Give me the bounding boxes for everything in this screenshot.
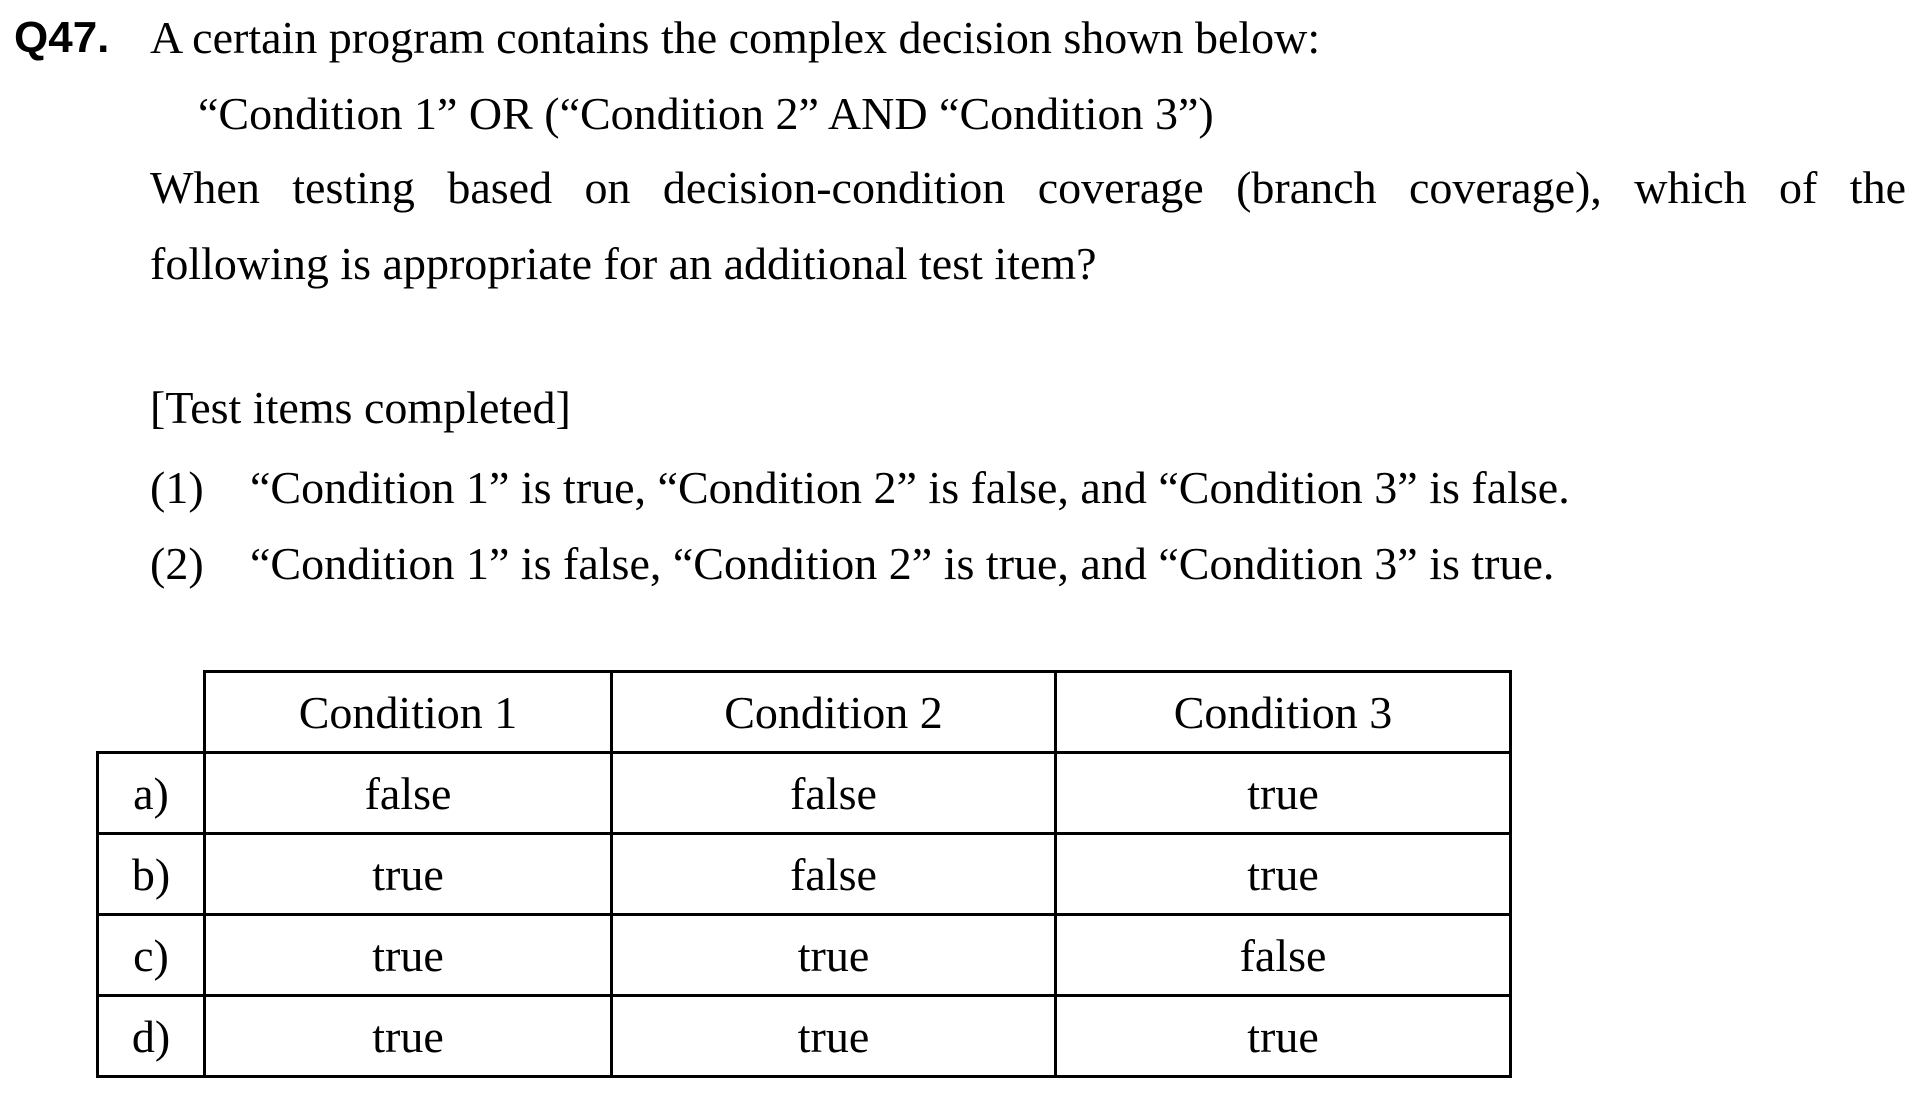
option-label: a)	[96, 751, 206, 835]
decision-expression: “Condition 1” OR (“Condition 2” AND “Con…	[198, 88, 1214, 139]
table-cell: true	[610, 913, 1057, 997]
table-row: c) true true false	[96, 913, 1512, 997]
table-cell: true	[203, 994, 613, 1078]
completed-item-1-number: (1)	[150, 462, 204, 513]
table-corner-cell	[97, 671, 206, 754]
answer-options-table-container: Condition 1 Condition 2 Condition 3 a) f…	[96, 670, 1512, 1078]
completed-item-1-text: “Condition 1” is true, “Condition 2” is …	[250, 462, 1570, 513]
table-cell: true	[203, 913, 613, 997]
option-label: c)	[96, 913, 206, 997]
question-number: Q47.	[14, 13, 110, 62]
table-cell: true	[610, 994, 1057, 1078]
header-condition-3: Condition 3	[1054, 670, 1512, 754]
table-cell: true	[203, 832, 613, 916]
option-label: d)	[96, 994, 206, 1078]
question-body-line-2: following is appropriate for an addition…	[150, 238, 1097, 289]
table-cell: false	[610, 832, 1057, 916]
question-intro: A certain program contains the complex d…	[150, 12, 1321, 63]
table-cell: true	[1054, 832, 1512, 916]
header-condition-2: Condition 2	[610, 670, 1057, 754]
table-row: d) true true true	[96, 994, 1512, 1078]
table-row: a) false false true	[96, 751, 1512, 835]
header-condition-1: Condition 1	[203, 670, 613, 754]
table-cell: true	[1054, 751, 1512, 835]
table-cell: false	[1054, 913, 1512, 997]
table-cell: false	[203, 751, 613, 835]
table-row: b) true false true	[96, 832, 1512, 916]
option-label: b)	[96, 832, 206, 916]
completed-items-heading: [Test items completed]	[150, 382, 571, 433]
table-cell: true	[1054, 994, 1512, 1078]
answer-options-table: Condition 1 Condition 2 Condition 3 a) f…	[96, 670, 1512, 1078]
completed-item-2-text: “Condition 1” is false, “Condition 2” is…	[250, 538, 1555, 589]
completed-item-2-number: (2)	[150, 538, 204, 589]
question-body-line-1: When testing based on decision-condition…	[150, 162, 1906, 213]
table-cell: false	[610, 751, 1057, 835]
table-header-row: Condition 1 Condition 2 Condition 3	[97, 670, 1512, 754]
